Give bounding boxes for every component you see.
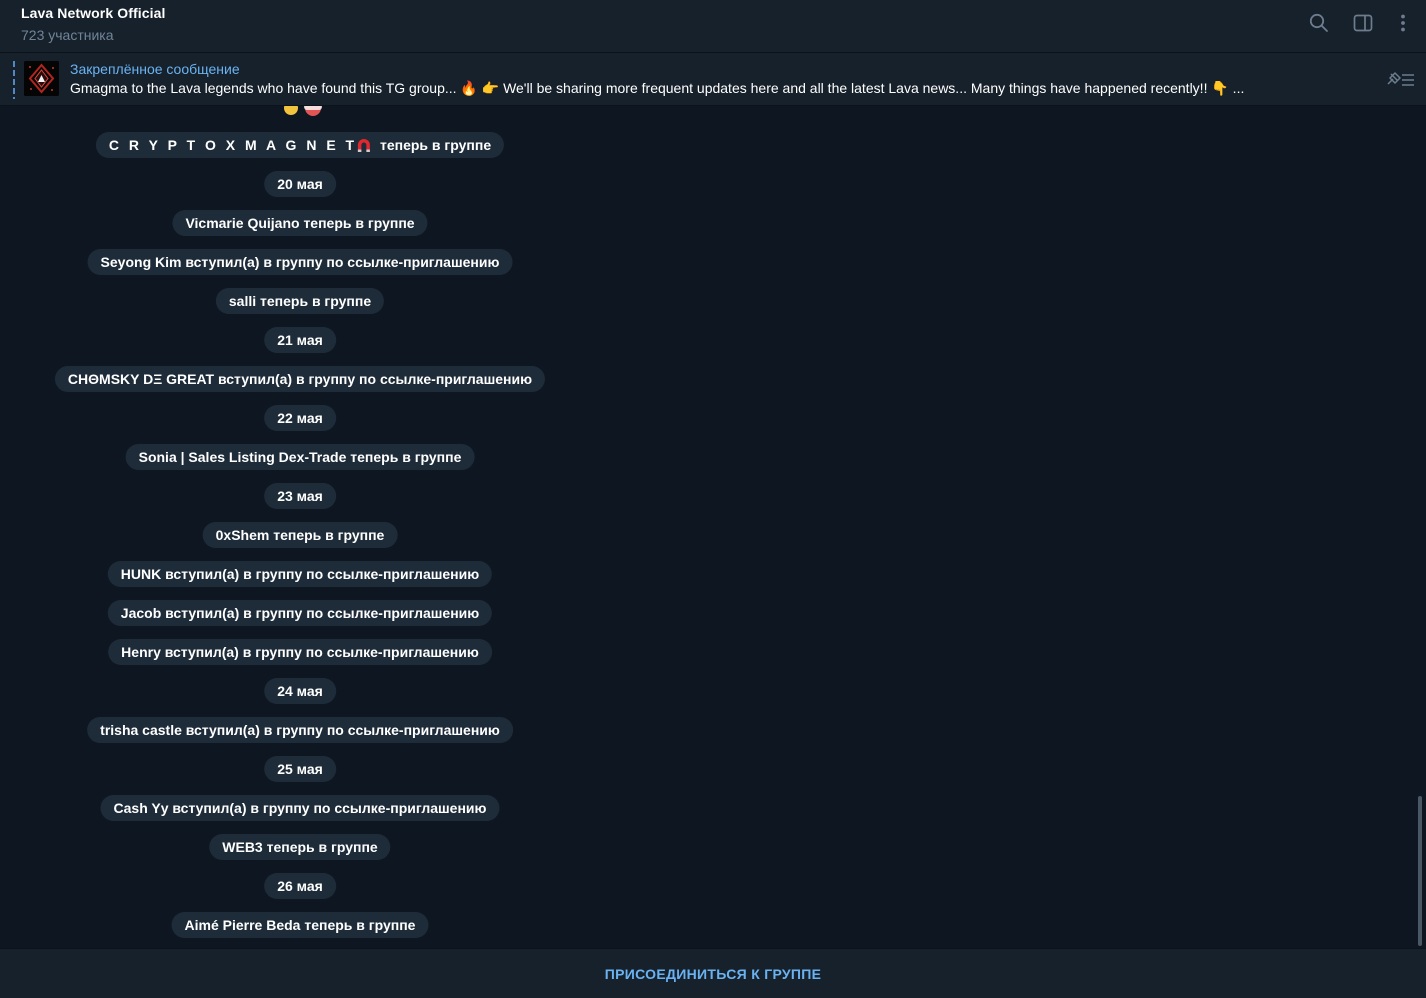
member-count: 723 участника <box>21 27 114 43</box>
service-message-joined: CHΘMSKY DΞ GREAT вступил(а) в группу по … <box>54 366 546 392</box>
pinned-message-bar[interactable]: Закреплённое сообщение Gmagma to the Lav… <box>0 53 1426 106</box>
join-group-button[interactable]: ПРИСОЕДИНИТЬСЯ К ГРУППЕ <box>0 949 1426 998</box>
message-list[interactable]: C R Y P T O X M A G N E T теперь в групп… <box>0 106 1426 948</box>
reaction-peek-icon <box>284 106 322 116</box>
search-icon[interactable] <box>1307 11 1331 35</box>
date-badge: 22 мая <box>264 405 336 431</box>
telegram-window: Lava Network Official 723 участника Закр… <box>0 0 1426 998</box>
unpin-list-icon[interactable] <box>1384 70 1416 90</box>
pinned-thumbnail <box>24 61 59 96</box>
pinned-label: Закреплённое сообщение <box>70 61 240 77</box>
sidebar-toggle-icon[interactable] <box>1351 11 1375 35</box>
scrollbar[interactable] <box>1418 796 1422 946</box>
date-badge: 20 мая <box>264 171 336 197</box>
date-badge: 26 мая <box>264 873 336 899</box>
chat-title[interactable]: Lava Network Official <box>21 5 165 21</box>
service-message-joined: Seyong Kim вступил(а) в группу по ссылке… <box>87 249 513 275</box>
service-message-joined: HUNK вступил(а) в группу по ссылке-пригл… <box>107 561 493 587</box>
more-vertical-icon[interactable] <box>1391 11 1415 35</box>
service-text: теперь в группе <box>376 137 492 153</box>
service-message-joined: 0xShem теперь в группе <box>202 522 398 548</box>
chat-header[interactable]: Lava Network Official 723 участника <box>0 0 1426 53</box>
service-message-joined: Jacob вступил(а) в группу по ссылке-приг… <box>107 600 493 626</box>
service-message-joined: C R Y P T O X M A G N E T теперь в групп… <box>95 132 505 158</box>
service-message-joined: Henry вступил(а) в группу по ссылке-приг… <box>108 639 492 665</box>
date-badge: 24 мая <box>264 678 336 704</box>
service-message-joined: WEB3 теперь в группе <box>209 834 391 860</box>
member-name[interactable]: C R Y P T O X M A G N E T <box>109 137 357 153</box>
date-badge: 25 мая <box>264 756 336 782</box>
service-message-joined: Sonia | Sales Listing Dex-Trade теперь в… <box>125 444 475 470</box>
magnet-icon <box>358 139 371 152</box>
service-message-joined: Aimé Pierre Beda теперь в группе <box>171 912 429 938</box>
service-message-joined: trisha castle вступил(а) в группу по ссы… <box>87 717 513 743</box>
pinned-indicator <box>13 61 15 99</box>
date-badge: 23 мая <box>264 483 336 509</box>
service-message-joined: salli теперь в группе <box>215 288 385 314</box>
bottom-bar: ПРИСОЕДИНИТЬСЯ К ГРУППЕ <box>0 948 1426 998</box>
service-message-joined: Vicmarie Quijano теперь в группе <box>172 210 428 236</box>
date-badge: 21 мая <box>264 327 336 353</box>
service-message-joined: Cash Yy вступил(а) в группу по ссылке-пр… <box>100 795 500 821</box>
pinned-text: Gmagma to the Lava legends who have foun… <box>70 80 1245 96</box>
